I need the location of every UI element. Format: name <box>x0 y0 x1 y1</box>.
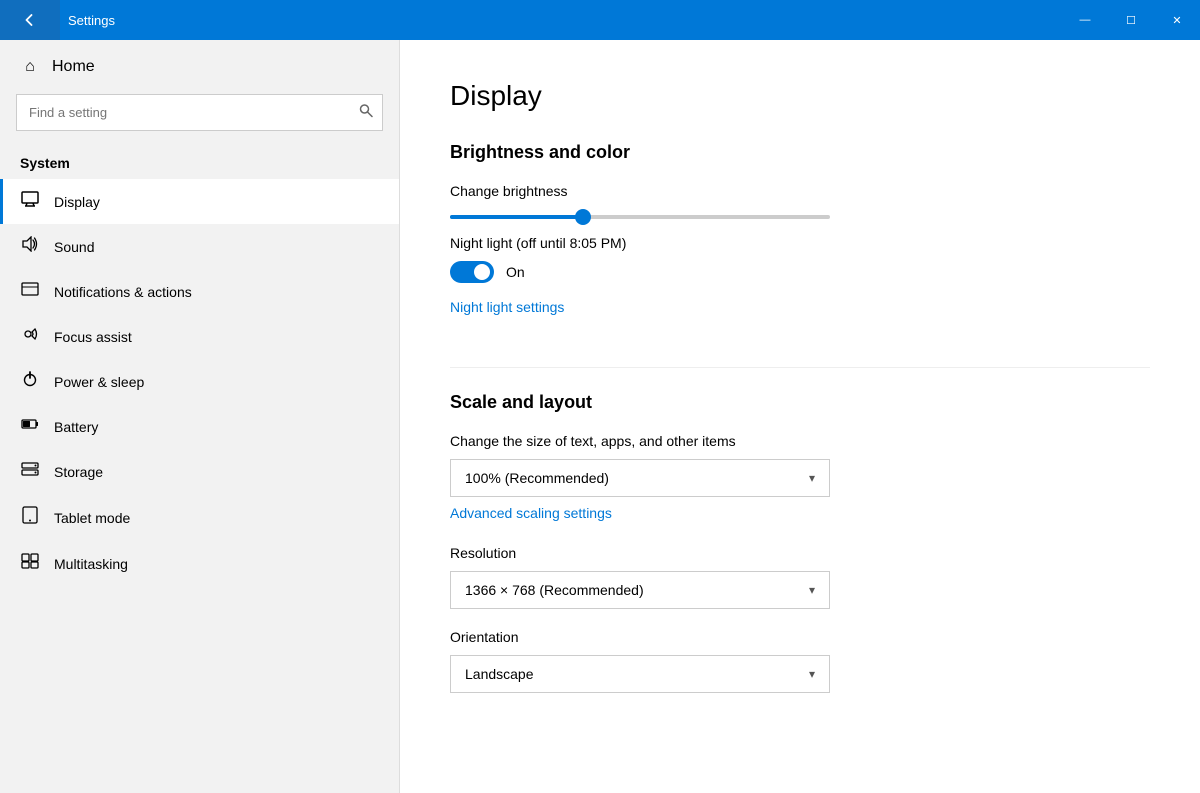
back-button[interactable] <box>0 0 60 40</box>
resolution-dropdown-value: 1366 × 768 (Recommended) <box>465 582 644 598</box>
scale-dropdown-arrow: ▾ <box>809 471 815 485</box>
power-icon <box>20 371 40 392</box>
sidebar-item-notifications[interactable]: Notifications & actions <box>0 269 399 314</box>
tablet-icon <box>20 506 40 529</box>
page-title: Display <box>450 80 1150 112</box>
sidebar-item-focus[interactable]: Focus assist <box>0 314 399 359</box>
night-light-toggle[interactable] <box>450 261 494 283</box>
sound-icon <box>20 236 40 257</box>
notifications-icon <box>20 281 40 302</box>
minimize-button[interactable]: — <box>1062 0 1108 40</box>
sidebar-item-battery-label: Battery <box>54 419 98 435</box>
brightness-section-title: Brightness and color <box>450 142 1150 163</box>
app-body: ⌂ Home System Display <box>0 40 1200 793</box>
sidebar-item-multitasking[interactable]: Multitasking <box>0 541 399 586</box>
sidebar-item-storage-label: Storage <box>54 464 103 480</box>
sidebar-item-home[interactable]: ⌂ Home <box>0 40 399 94</box>
sidebar-section-title: System <box>0 147 399 179</box>
orientation-dropdown-value: Landscape <box>465 666 534 682</box>
brightness-label: Change brightness <box>450 183 1150 199</box>
sidebar-item-battery[interactable]: Battery <box>0 404 399 449</box>
brightness-slider-thumb[interactable] <box>575 209 591 225</box>
sidebar-item-sound-label: Sound <box>54 239 94 255</box>
night-light-toggle-row: On <box>450 261 1150 283</box>
home-icon: ⌂ <box>20 58 40 76</box>
search-box <box>16 94 383 131</box>
advanced-scaling-link[interactable]: Advanced scaling settings <box>450 505 612 521</box>
brightness-section: Brightness and color Change brightness N… <box>450 142 1150 339</box>
scale-description: Change the size of text, apps, and other… <box>450 433 1150 449</box>
toggle-knob <box>474 264 490 280</box>
scale-section-title: Scale and layout <box>450 392 1150 413</box>
titlebar: Settings — ☐ ✕ <box>0 0 1200 40</box>
scale-dropdown[interactable]: 100% (Recommended) ▾ <box>450 459 830 497</box>
battery-icon <box>20 416 40 437</box>
maximize-button[interactable]: ☐ <box>1108 0 1154 40</box>
brightness-slider-container <box>450 215 1150 219</box>
app-title: Settings <box>60 13 1062 28</box>
sidebar-item-display-label: Display <box>54 194 100 210</box>
sidebar-item-power-label: Power & sleep <box>54 374 144 390</box>
scale-section: Scale and layout Change the size of text… <box>450 392 1150 693</box>
sidebar-item-display[interactable]: Display <box>0 179 399 224</box>
resolution-dropdown-arrow: ▾ <box>809 583 815 597</box>
multitasking-icon <box>20 553 40 574</box>
sidebar-item-power[interactable]: Power & sleep <box>0 359 399 404</box>
brightness-slider-track <box>450 215 830 219</box>
search-input[interactable] <box>16 94 383 131</box>
night-light-settings-link[interactable]: Night light settings <box>450 299 564 315</box>
sidebar-item-storage[interactable]: Storage <box>0 449 399 494</box>
sidebar-item-focus-label: Focus assist <box>54 329 132 345</box>
section-divider <box>450 367 1150 368</box>
orientation-dropdown-arrow: ▾ <box>809 667 815 681</box>
display-icon <box>20 191 40 212</box>
sidebar-item-sound[interactable]: Sound <box>0 224 399 269</box>
resolution-dropdown[interactable]: 1366 × 768 (Recommended) ▾ <box>450 571 830 609</box>
window-controls: — ☐ ✕ <box>1062 0 1200 40</box>
content-area: Display Brightness and color Change brig… <box>400 40 1200 793</box>
brightness-slider-fill <box>450 215 583 219</box>
orientation-label: Orientation <box>450 629 1150 645</box>
sidebar-item-notifications-label: Notifications & actions <box>54 284 192 300</box>
scale-dropdown-value: 100% (Recommended) <box>465 470 609 486</box>
sidebar: ⌂ Home System Display <box>0 40 400 793</box>
home-label: Home <box>52 58 95 76</box>
sidebar-item-tablet[interactable]: Tablet mode <box>0 494 399 541</box>
focus-icon <box>20 326 40 347</box>
storage-icon <box>20 461 40 482</box>
resolution-label: Resolution <box>450 545 1150 561</box>
night-light-label: Night light (off until 8:05 PM) <box>450 235 1150 251</box>
close-button[interactable]: ✕ <box>1154 0 1200 40</box>
night-light-toggle-label: On <box>506 264 525 280</box>
sidebar-item-multitasking-label: Multitasking <box>54 556 128 572</box>
orientation-dropdown[interactable]: Landscape ▾ <box>450 655 830 693</box>
sidebar-item-tablet-label: Tablet mode <box>54 510 130 526</box>
